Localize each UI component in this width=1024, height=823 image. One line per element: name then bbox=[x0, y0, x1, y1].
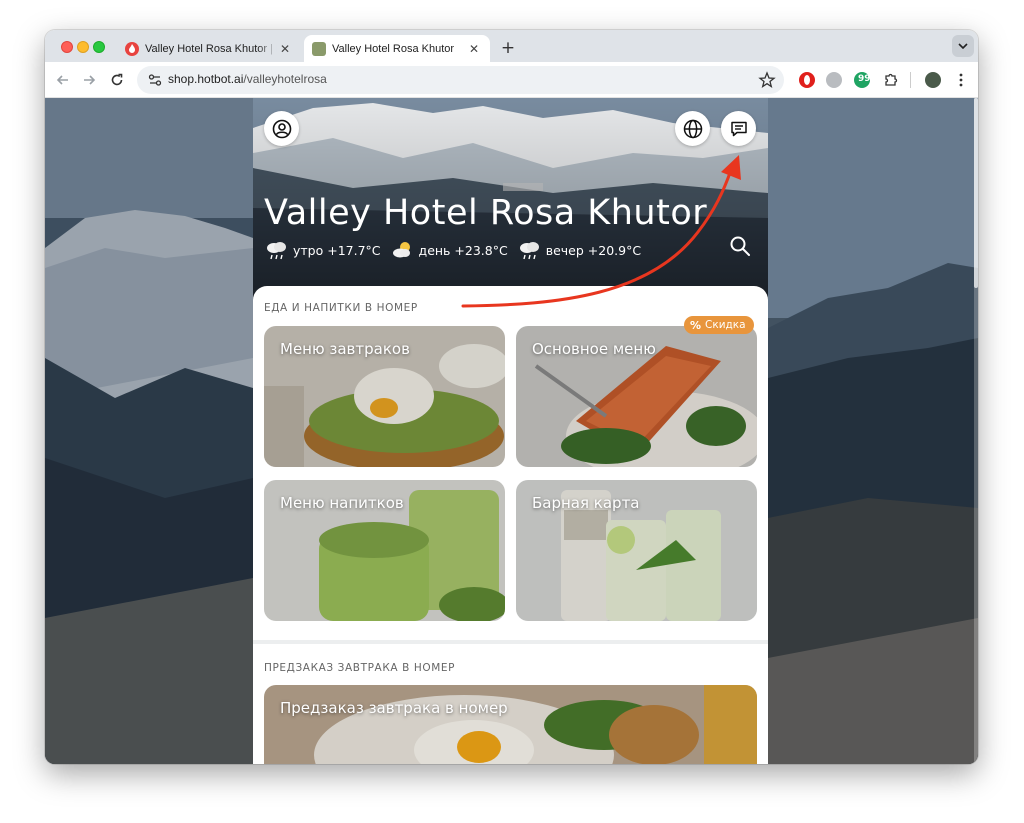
arrow-right-icon bbox=[84, 75, 96, 85]
menu-card-drinks[interactable]: Меню напитков bbox=[264, 480, 505, 621]
background-mountain-image bbox=[45, 98, 253, 764]
menu-card-bar[interactable]: Барная карта bbox=[516, 480, 757, 621]
tab-strip: Valley Hotel Rosa Khutor | Ho ✕ Valley H… bbox=[45, 30, 978, 62]
tab-search-button[interactable] bbox=[952, 35, 974, 57]
card-label: Меню напитков bbox=[280, 494, 404, 512]
rain-cloud-icon bbox=[519, 242, 539, 260]
section-title: ПРЕДЗАКАЗ ЗАВТРАКА В НОМЕР bbox=[264, 662, 456, 674]
browser-menu-icon[interactable] bbox=[953, 72, 969, 88]
hero-banner: Valley Hotel Rosa Khutor утро +17.7°C де… bbox=[253, 98, 768, 303]
bookmark-star-icon[interactable] bbox=[758, 71, 776, 89]
section-divider bbox=[253, 640, 768, 644]
menu-card-preorder-breakfast[interactable]: Предзаказ завтрака в номер bbox=[264, 685, 757, 764]
browser-toolbar: shop.hotbot.ai/valleyhotelrosa 99 bbox=[45, 62, 978, 98]
sun-cloud-icon bbox=[392, 242, 410, 258]
globe-extension-icon[interactable] bbox=[826, 72, 842, 88]
site-settings-icon[interactable] bbox=[147, 72, 163, 88]
weather-evening: вечер +20.9°C bbox=[517, 239, 641, 261]
forward-button[interactable] bbox=[79, 70, 99, 90]
tab-title: Valley Hotel Rosa Khutor | Ho bbox=[145, 42, 277, 55]
rain-cloud-icon bbox=[267, 242, 286, 260]
arrow-left-icon bbox=[56, 75, 68, 85]
user-circle-icon bbox=[272, 119, 291, 138]
browser-tab-2[interactable]: Valley Hotel Rosa Khutor ✕ bbox=[304, 35, 490, 62]
discount-badge: % Скидка bbox=[684, 316, 754, 334]
profile-avatar[interactable] bbox=[925, 72, 941, 88]
profile-button[interactable] bbox=[264, 111, 299, 146]
reload-icon bbox=[111, 73, 123, 86]
close-tab-icon[interactable]: ✕ bbox=[466, 41, 482, 57]
hotbot-favicon-icon bbox=[125, 41, 139, 56]
url-text: shop.hotbot.ai/valleyhotelrosa bbox=[168, 72, 327, 86]
maximize-window-button[interactable] bbox=[93, 41, 105, 53]
globe-icon bbox=[683, 119, 702, 138]
browser-tab-1[interactable]: Valley Hotel Rosa Khutor | Ho ✕ bbox=[117, 35, 301, 62]
search-icon[interactable] bbox=[729, 235, 751, 257]
menu-card-breakfast[interactable]: Меню завтраков bbox=[264, 326, 505, 467]
weather-day: день +23.8°C bbox=[390, 239, 508, 261]
weather-forecast: утро +17.7°C день +23.8°C вечер +20.9°C bbox=[264, 236, 650, 264]
language-button[interactable] bbox=[675, 111, 710, 146]
minimize-window-button[interactable] bbox=[77, 41, 89, 53]
page-scrollbar[interactable] bbox=[974, 98, 978, 764]
close-tab-icon[interactable]: ✕ bbox=[277, 41, 293, 57]
hotel-favicon-icon bbox=[312, 41, 326, 56]
address-bar[interactable]: shop.hotbot.ai/valleyhotelrosa bbox=[137, 66, 784, 94]
extensions-puzzle-icon[interactable] bbox=[883, 72, 899, 88]
section-title: ЕДА И НАПИТКИ В НОМЕР bbox=[264, 302, 418, 314]
hotel-app: Valley Hotel Rosa Khutor утро +17.7°C де… bbox=[253, 98, 768, 764]
menu-content: ЕДА И НАПИТКИ В НОМЕР Меню завтраков Осн… bbox=[253, 286, 768, 764]
card-label: Меню завтраков bbox=[280, 340, 410, 358]
card-label: Основное меню bbox=[532, 340, 656, 358]
reload-button[interactable] bbox=[107, 70, 127, 90]
chat-bubble-icon bbox=[730, 121, 747, 136]
preorder-breakfast-photo bbox=[264, 685, 757, 764]
close-window-button[interactable] bbox=[61, 41, 73, 53]
opera-extension-icon[interactable] bbox=[799, 72, 815, 88]
percent-icon: % bbox=[690, 318, 702, 332]
browser-window: Valley Hotel Rosa Khutor | Ho ✕ Valley H… bbox=[45, 30, 978, 764]
card-label: Барная карта bbox=[532, 494, 640, 512]
page-viewport: Valley Hotel Rosa Khutor утро +17.7°C де… bbox=[45, 98, 978, 764]
weather-morning: утро +17.7°C bbox=[264, 239, 381, 261]
chat-button[interactable] bbox=[721, 111, 756, 146]
card-label: Предзаказ завтрака в номер bbox=[280, 699, 508, 717]
chevron-down-icon bbox=[958, 43, 968, 49]
menu-card-main[interactable]: Основное меню bbox=[516, 326, 757, 467]
quote-extension-icon[interactable]: 99 bbox=[854, 72, 871, 88]
tab-title: Valley Hotel Rosa Khutor bbox=[332, 42, 455, 55]
new-tab-button[interactable]: + bbox=[497, 37, 519, 59]
hotel-title: Valley Hotel Rosa Khutor bbox=[264, 193, 708, 233]
background-mountain-image bbox=[768, 98, 978, 764]
back-button[interactable] bbox=[53, 70, 73, 90]
